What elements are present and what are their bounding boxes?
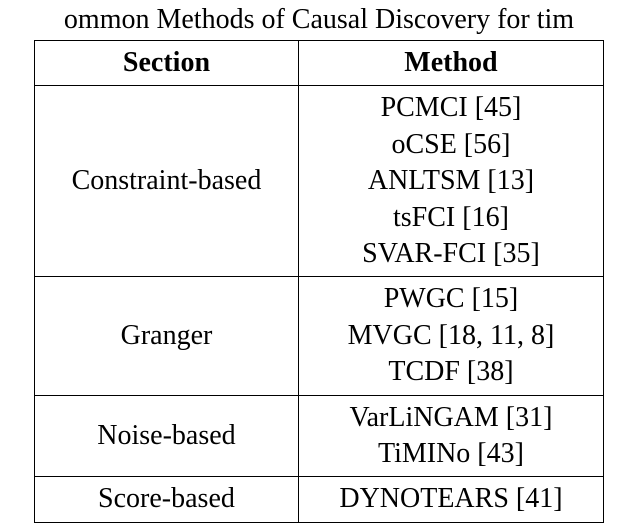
header-method: Method [298,41,603,86]
methods-cell: DYNOTEARS [41] [298,477,603,522]
table-header-row: Section Method [35,41,604,86]
method-item: DYNOTEARS [41] [311,481,591,517]
section-cell: Score-based [35,477,299,522]
table-row: Score-based DYNOTEARS [41] [35,477,604,522]
table-caption: ommon Methods of Causal Discovery for ti… [0,4,638,36]
section-cell: Granger [35,277,299,395]
methods-cell: PCMCI [45] oCSE [56] ANLTSM [13] tsFCI [… [298,86,603,277]
table-row: Constraint-based PCMCI [45] oCSE [56] AN… [35,86,604,277]
method-item: ANLTSM [13] [311,163,591,199]
method-item: VarLiNGAM [31] [311,400,591,436]
methods-table: Section Method Constraint-based PCMCI [4… [34,40,604,523]
methods-cell: VarLiNGAM [31] TiMINo [43] [298,395,603,477]
page-wrap: ommon Methods of Causal Discovery for ti… [0,4,638,523]
method-item: SVAR-FCI [35] [311,236,591,272]
method-item: MVGC [18, 11, 8] [311,318,591,354]
method-item: tsFCI [16] [311,200,591,236]
method-item: TCDF [38] [311,354,591,390]
method-item: PWGC [15] [311,281,591,317]
table-row: Granger PWGC [15] MVGC [18, 11, 8] TCDF … [35,277,604,395]
section-cell: Constraint-based [35,86,299,277]
method-item: TiMINo [43] [311,436,591,472]
header-section: Section [35,41,299,86]
table-row: Noise-based VarLiNGAM [31] TiMINo [43] [35,395,604,477]
section-cell: Noise-based [35,395,299,477]
methods-cell: PWGC [15] MVGC [18, 11, 8] TCDF [38] [298,277,603,395]
method-item: PCMCI [45] [311,90,591,126]
method-item: oCSE [56] [311,127,591,163]
